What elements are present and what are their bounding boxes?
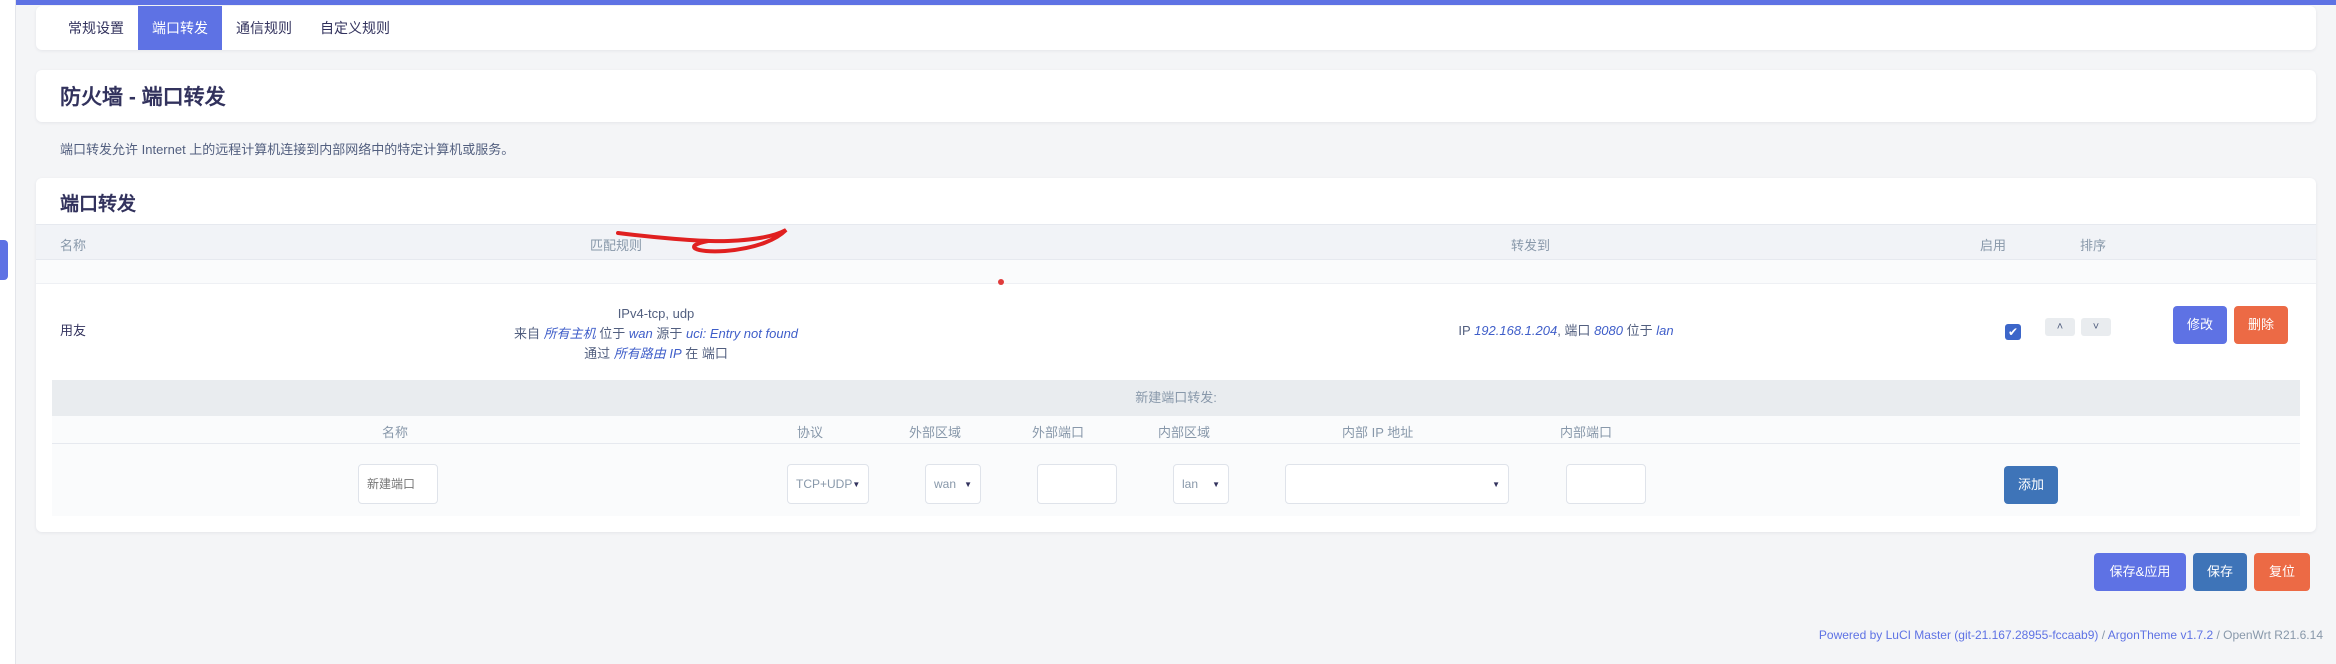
col-enable: 启用 (1980, 238, 2007, 253)
chevron-down-icon: ▼ (852, 479, 861, 489)
new-col-int-port: 内部端口 (1560, 425, 1613, 440)
footer: Powered by LuCI Master (git-21.167.28955… (1818, 628, 2323, 642)
chevron-down-icon: ▼ (1492, 479, 1500, 489)
tab-bar: 常规设置 端口转发 通信规则 自定义规则 (36, 6, 2316, 50)
new-col-protocol: 协议 (797, 425, 824, 440)
new-col-ext-zone: 外部区域 (909, 425, 962, 440)
annotation-scribble (616, 228, 788, 254)
tab-traffic-rules[interactable]: 通信规则 (222, 6, 306, 50)
col-name: 名称 (60, 238, 87, 253)
add-button[interactable]: 添加 (2004, 466, 2058, 504)
new-col-int-ip: 内部 IP 地址 (1342, 425, 1414, 440)
rule-fwd-ip: 192.168.1.204 (1474, 323, 1558, 338)
reset-button[interactable]: 复位 (2254, 553, 2310, 591)
rule-proto: IPv4-tcp, udp (617, 306, 695, 321)
luci-link[interactable]: Powered by LuCI Master (git-21.167.28955… (1819, 628, 2099, 642)
int-zone-select[interactable]: lan ▼ (1173, 464, 1229, 504)
new-col-ext-port: 外部端口 (1032, 425, 1085, 440)
int-zone-value: lan (1182, 477, 1199, 491)
rule-from-host: 所有主机 (543, 326, 596, 341)
protocol-value: TCP+UDP (796, 477, 853, 491)
table-header: 名称 匹配规则 转发到 启用 排序 (36, 224, 2316, 260)
col-sort: 排序 (2080, 238, 2107, 253)
move-down-button[interactable]: ˅ (2081, 318, 2111, 336)
tab-port-forward[interactable]: 端口转发 (138, 6, 222, 50)
delete-button[interactable]: 删除 (2234, 306, 2288, 344)
rule-fwd-port: 8080 (1594, 323, 1623, 338)
port-forward-section: 端口转发 名称 匹配规则 转发到 启用 排序 用友 IPv4-tcp, udp … (36, 178, 2316, 532)
rule-forward: IP 192.168.1.204, 端口 8080 位于 lan (1458, 323, 1674, 338)
table-row-placeholder (36, 260, 2316, 284)
section-title: 端口转发 (60, 194, 137, 215)
new-forward-section: 新建端口转发: 名称 协议 外部区域 外部端口 内部区域 内部 IP 地址 内部… (52, 380, 2300, 516)
page-description: 端口转发允许 Internet 上的远程计算机连接到内部网络中的特定计算机或服务… (60, 142, 515, 157)
page-title: 防火墙 - 端口转发 (60, 86, 226, 109)
save-apply-button[interactable]: 保存&应用 (2094, 553, 2186, 591)
move-up-button[interactable]: ˄ (2045, 318, 2075, 336)
table-row: 用友 IPv4-tcp, udp 来自 所有主机 位于 wan 源于 uci: … (36, 284, 2316, 372)
ext-zone-select[interactable]: wan ▼ (925, 464, 981, 504)
new-forward-title: 新建端口转发: (52, 380, 2300, 416)
rule-via: 通过 所有路由 IP 在 端口 (584, 346, 728, 361)
new-col-int-zone: 内部区域 (1158, 425, 1211, 440)
rule-name: 用友 (60, 323, 87, 338)
rule-src-zone: wan (628, 326, 653, 341)
new-col-name: 名称 (382, 425, 409, 440)
enable-checkbox[interactable]: ✔ (2005, 324, 2021, 340)
save-button[interactable]: 保存 (2193, 553, 2247, 591)
rule-fwd-zone: lan (1656, 323, 1674, 338)
col-forward: 转发到 (1511, 238, 1551, 253)
rule-via-router: 所有路由 IP (613, 346, 682, 361)
edit-button[interactable]: 修改 (2173, 306, 2227, 344)
chevron-down-icon: ▼ (1212, 479, 1220, 489)
rule-src-entry: uci: Entry not found (686, 326, 799, 341)
sidebar-collapsed (0, 0, 16, 664)
protocol-select[interactable]: TCP+UDP ▼ (787, 464, 869, 504)
ext-port-input[interactable] (1037, 464, 1117, 504)
ext-zone-value: wan (934, 477, 957, 491)
theme-link[interactable]: ArgonTheme v1.7.2 (2108, 628, 2213, 642)
rule-source: 来自 所有主机 位于 wan 源于 uci: Entry not found (513, 326, 799, 341)
openwrt-version: OpenWrt R21.6.14 (2223, 628, 2323, 642)
sidebar-toggle[interactable] (0, 240, 8, 280)
rule-match: IPv4-tcp, udp 来自 所有主机 位于 wan 源于 uci: Ent… (456, 304, 856, 364)
new-name-input[interactable] (358, 464, 438, 504)
int-ip-select[interactable]: ▼ (1285, 464, 1509, 504)
tab-custom-rules[interactable]: 自定义规则 (306, 6, 404, 50)
chevron-down-icon: ▼ (964, 479, 972, 489)
tab-general[interactable]: 常规设置 (54, 6, 138, 50)
page-title-card: 防火墙 - 端口转发 (36, 70, 2316, 122)
new-forward-columns: 名称 协议 外部区域 外部端口 内部区域 内部 IP 地址 内部端口 (52, 416, 2300, 444)
top-accent-bar (0, 0, 2336, 5)
int-port-input[interactable] (1566, 464, 1646, 504)
